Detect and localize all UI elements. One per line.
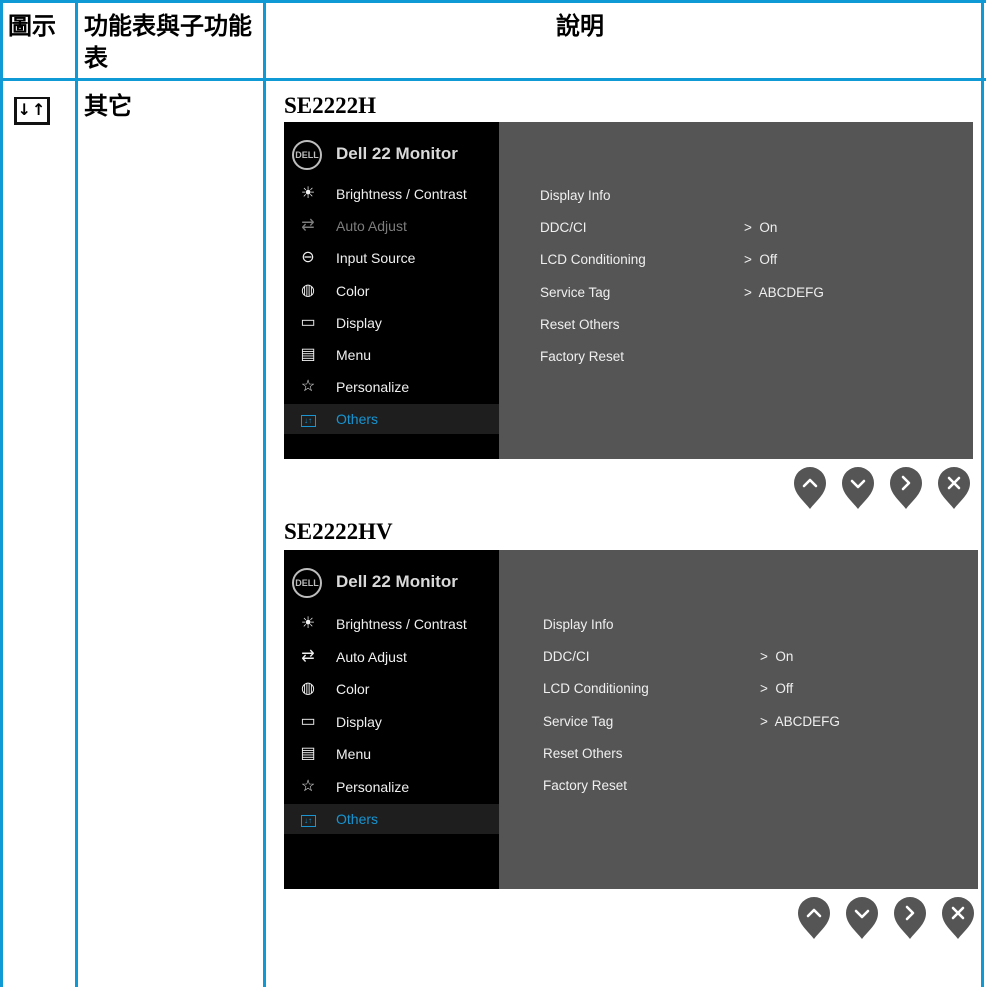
osd-menu-label: Menu [336,746,372,762]
sun-icon: ☀ [300,185,316,202]
osd-submenu-item[interactable]: Service Tag [540,285,610,300]
osd-screenshot: DELL Dell 22 Monitor ☀ Brightness / Contr… [284,122,973,459]
osd-submenu-item[interactable]: DDC/CI [540,220,587,235]
down-button[interactable] [845,896,879,940]
header-menu: 功能表與子功能表 [84,12,252,72]
model-name: SE2222HV [284,519,393,544]
display-icon: ▭ [300,313,316,331]
osd-menu-item[interactable]: ⇄ Auto Adjust [284,642,499,672]
osd-menu-label: Others [336,811,379,827]
osd-menu-label: Brightness / Contrast [336,616,467,632]
osd-submenu-value: > On [760,649,794,665]
osd-menu-item[interactable]: ☆ Personalize [284,772,499,802]
dell-logo: DELL [292,140,322,170]
close-button[interactable] [941,896,975,940]
osd-main-menu: DELL Dell 22 Monitor ☀ Brightness / Contr… [284,550,499,889]
osd-menu-label: Others [336,411,379,428]
osd-submenu-item[interactable]: Service Tag [543,714,613,729]
osd-menu-item[interactable]: ⇄ Auto Adjust [284,211,499,241]
osd-submenu-item[interactable]: DDC/CI [543,649,590,664]
osd-submenu-item[interactable]: Reset Others [540,317,620,332]
table-border-col2 [263,0,266,987]
sun-icon: ☀ [300,615,316,632]
color-icon: ◍ [301,281,315,299]
header-icon: 圖示 [8,12,56,40]
osd-submenu-item[interactable]: Display Info [540,188,611,203]
osd-menu-item[interactable]: ▤ Menu [284,739,499,769]
osd-submenu-item[interactable]: Reset Others [543,746,623,761]
osd-main-menu: DELL Dell 22 Monitor ☀ Brightness / Contr… [284,122,499,459]
osd-screenshot: DELL Dell 22 Monitor ☀ Brightness / Contr… [284,550,978,889]
dell-logo: DELL [292,568,322,598]
osd-menu-item[interactable]: ◍ Color [284,276,499,306]
menu-icon: ▤ [300,745,316,762]
star-icon: ☆ [300,378,316,396]
osd-menu-label: Input Source [336,250,416,267]
osd-menu-item[interactable]: ▭ Display [284,707,499,737]
star-icon: ☆ [300,777,316,795]
menu-icon: ▤ [300,346,316,363]
osd-menu-label: Color [336,282,370,299]
others-icon: ↓↑ [14,97,50,125]
osd-menu-label: Auto Adjust [336,648,407,665]
osd-menu-label: Display [336,713,382,730]
osd-menu-label: Color [336,681,370,697]
osd-submenu-item[interactable]: Factory Reset [540,349,624,364]
menu-name: 其它 [84,92,132,120]
table-border-left [0,0,3,987]
up-button[interactable] [793,466,827,510]
osd-menu-item[interactable]: ▭ Display [284,308,499,338]
osd-title: Dell 22 Monitor [336,572,458,591]
osd-title: Dell 22 Monitor [336,144,458,163]
right-button[interactable] [893,896,927,940]
osd-menu-item[interactable]: ☀ Brightness / Contrast [284,179,499,209]
osd-menu-item[interactable]: ☆ Personalize [284,372,499,402]
display-icon: ▭ [300,712,316,730]
color-icon: ◍ [301,680,315,697]
osd-submenu-value: > Off [744,252,778,268]
down-button[interactable] [841,466,875,510]
osd-submenu-value: > ABCDEFG [744,284,824,300]
osd-menu-item[interactable]: ↓↑ Others [284,804,499,834]
osd-menu-label: Menu [336,347,372,363]
osd-menu-label: Personalize [336,778,410,795]
model-name: SE2222H [284,93,377,118]
others-icon: ↓↑ [298,809,318,829]
right-button[interactable] [889,466,923,510]
others-icon: ↓↑ [298,409,318,429]
auto-adjust-icon: ⇄ [301,217,315,235]
osd-menu-item[interactable]: ☀ Brightness / Contrast [284,609,499,639]
osd-menu-item[interactable]: ▤ Menu [284,340,499,370]
osd-submenu-value: > ABCDEFG [760,713,840,729]
auto-adjust-icon: ⇄ [301,647,315,665]
input-source-icon: ⊖ [301,249,315,267]
table-border-col1 [75,0,78,987]
table-header-divider [0,78,986,81]
table-border-right [981,0,984,987]
table-border-top [0,0,986,3]
osd-menu-item[interactable]: ⊖ Input Source [284,243,499,273]
osd-menu-label: Auto Adjust [336,218,407,235]
osd-submenu-item[interactable]: LCD Conditioning [540,252,646,267]
osd-submenu-item[interactable]: LCD Conditioning [543,681,649,696]
osd-submenu-value: > Off [760,681,794,697]
osd-menu-label: Personalize [336,379,410,396]
osd-menu-label: Brightness / Contrast [336,186,467,202]
osd-menu-label: Display [336,314,382,331]
osd-submenu-item[interactable]: Factory Reset [543,778,627,793]
close-button[interactable] [937,466,971,510]
header-description: 說明 [556,12,604,40]
up-button[interactable] [797,896,831,940]
osd-submenu-value: > On [744,220,778,236]
osd-submenu-item[interactable]: Display Info [543,617,614,632]
osd-menu-item[interactable]: ↓↑ Others [284,404,499,435]
osd-menu-item[interactable]: ◍ Color [284,674,499,704]
